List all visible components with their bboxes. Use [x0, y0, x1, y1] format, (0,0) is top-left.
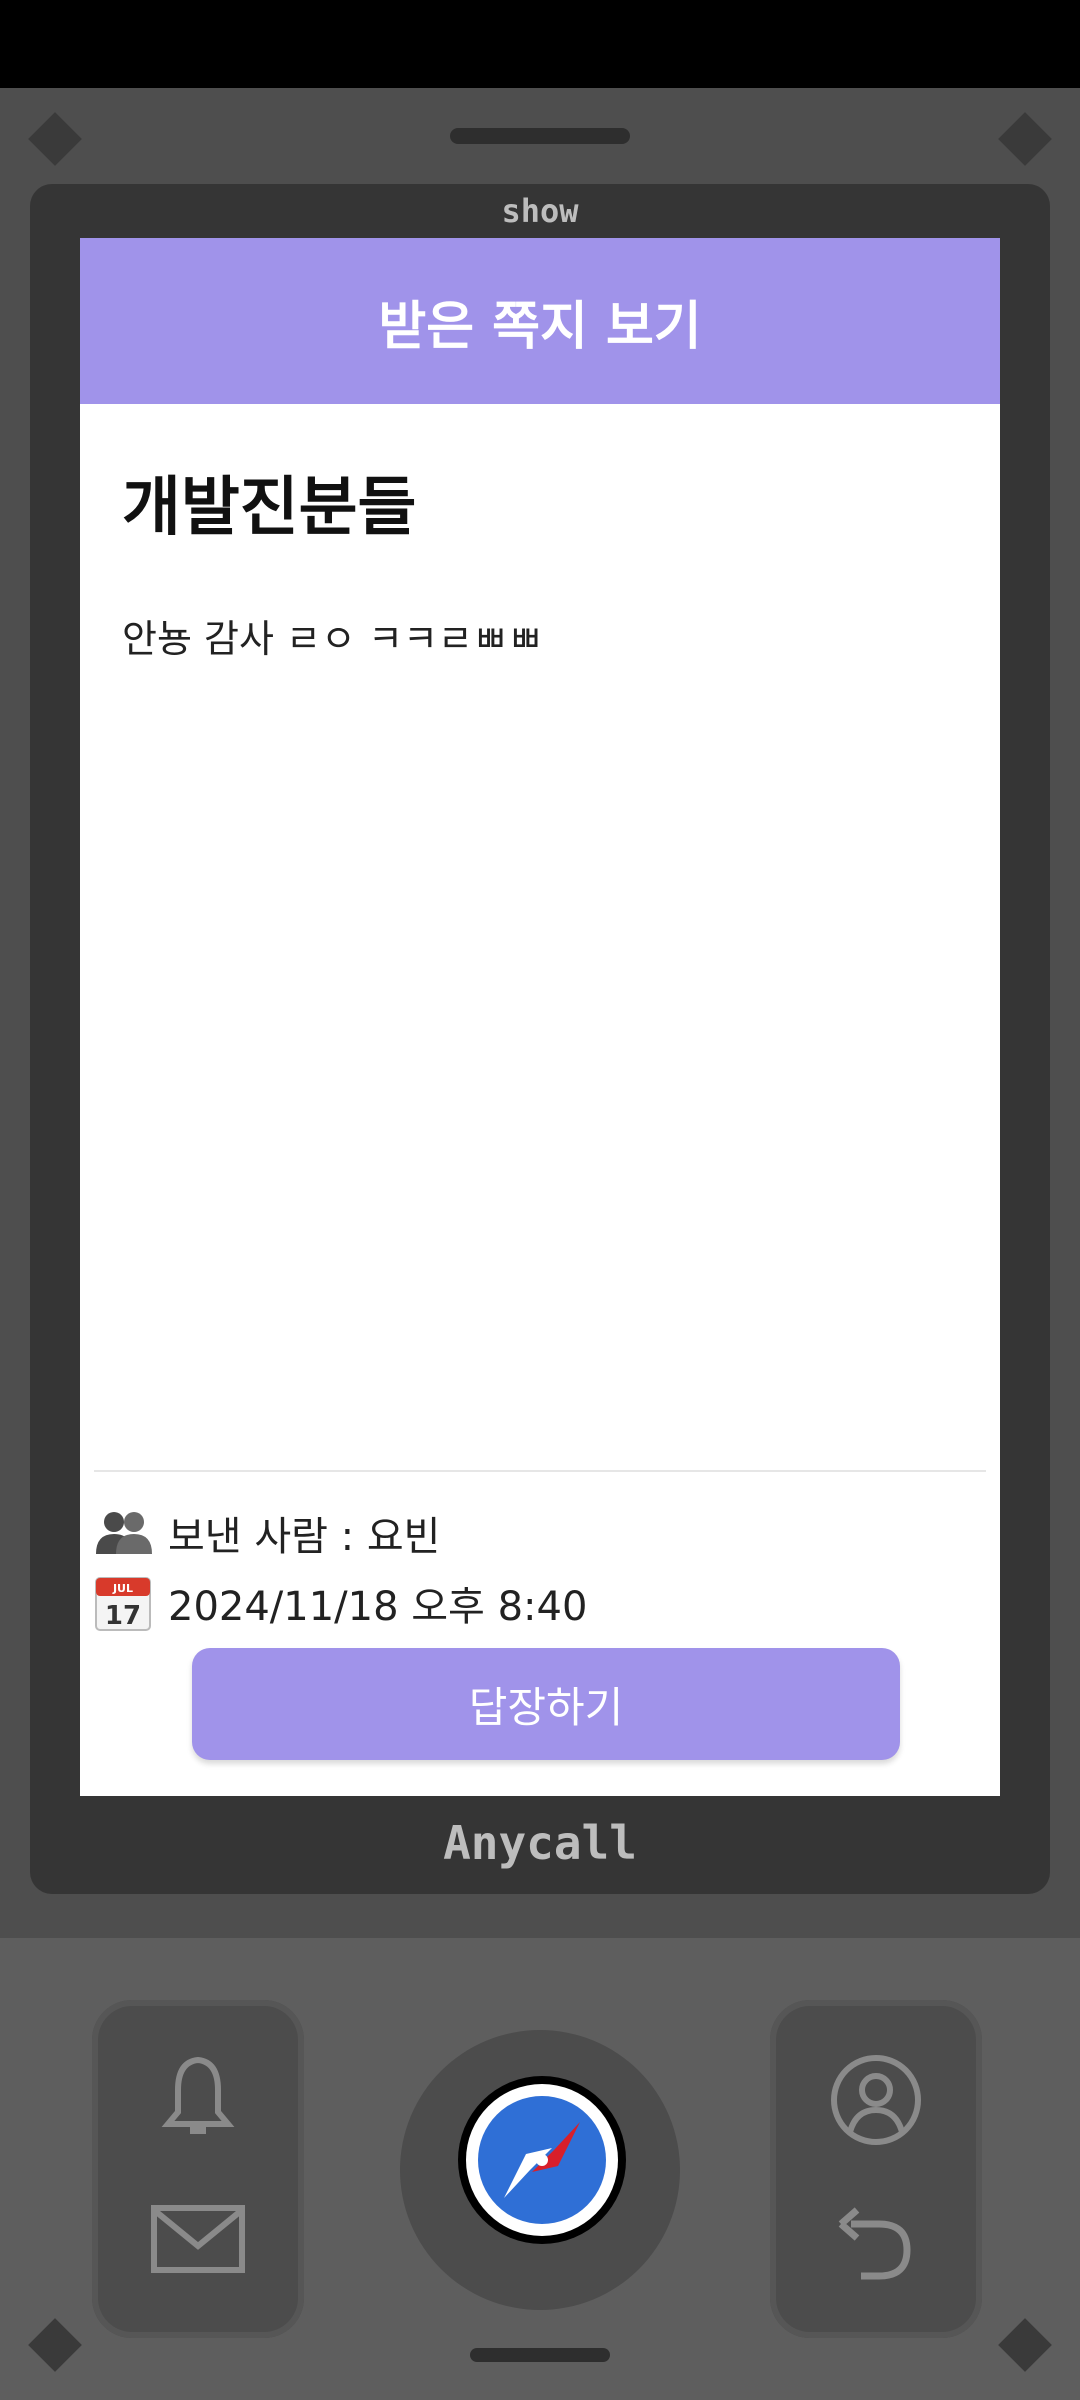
users-icon — [94, 1504, 152, 1562]
right-key-column — [770, 2000, 982, 2338]
datetime-text: 2024/11/18 오후 8:40 — [168, 1584, 588, 1630]
brand-label-top: show — [501, 192, 579, 230]
brand-label-bottom: Anycall — [443, 1816, 637, 1870]
calendar-month: JUL — [112, 1582, 133, 1595]
page-title: 받은 쪽지 보기 — [80, 238, 1000, 404]
earpiece-slot — [450, 128, 630, 144]
left-key-column — [92, 2000, 304, 2338]
mail-icon[interactable] — [148, 2200, 248, 2284]
status-bar — [0, 0, 1080, 88]
sender-row: 보낸 사람 : 요빈 — [94, 1504, 440, 1562]
back-icon[interactable] — [831, 2200, 921, 2294]
screen: 받은 쪽지 보기 개발진분들 안뇽 감사 ㄹㅇ ㅋㅋㄹㅃㅃ 보낸 사람 : 요빈… — [80, 238, 1000, 1796]
bottom-slot — [470, 2348, 610, 2362]
reply-button[interactable]: 답장하기 — [192, 1648, 900, 1760]
message-body: 안뇽 감사 ㄹㅇ ㅋㅋㄹㅃㅃ — [122, 617, 543, 661]
message-title: 개발진분들 — [122, 471, 417, 545]
divider — [94, 1470, 986, 1472]
compass-icon[interactable] — [458, 2076, 626, 2244]
bell-icon[interactable] — [150, 2050, 246, 2150]
date-row: JUL 17 2024/11/18 오후 8:40 — [94, 1574, 587, 1632]
sender-text: 보낸 사람 : 요빈 — [168, 1514, 441, 1560]
calendar-day: 17 — [105, 1601, 141, 1631]
contacts-icon[interactable] — [826, 2050, 926, 2154]
calendar-icon: JUL 17 — [94, 1574, 152, 1632]
